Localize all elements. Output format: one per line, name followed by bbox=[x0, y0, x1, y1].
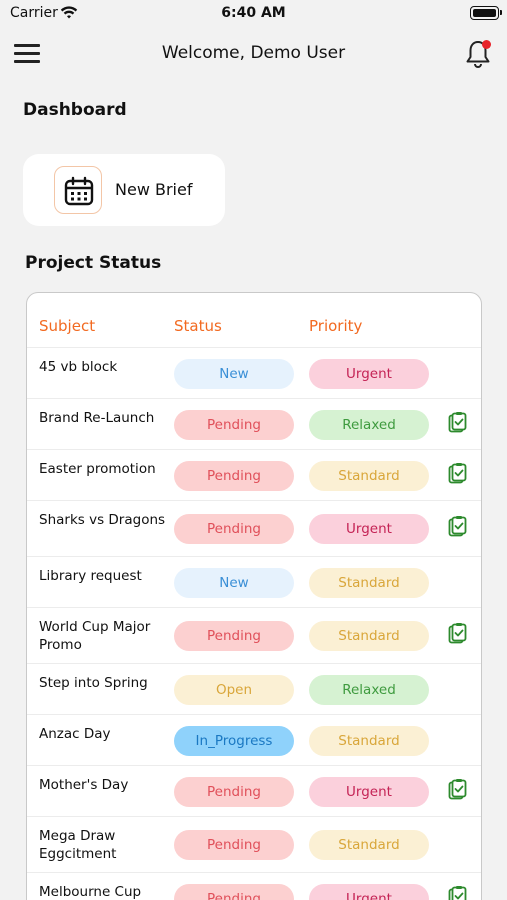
column-header-subject: Subject bbox=[39, 317, 96, 335]
table-row[interactable]: Brand Re-Launch Pending Relaxed bbox=[27, 398, 481, 449]
table-row[interactable]: Step into Spring Open Relaxed bbox=[27, 663, 481, 714]
priority-badge: Urgent bbox=[309, 777, 429, 807]
row-subject: Melbourne Cup bbox=[39, 884, 142, 900]
table-row[interactable]: Anzac Day In_Progress Standard bbox=[27, 714, 481, 765]
table-row[interactable]: Library request New Standard bbox=[27, 556, 481, 607]
row-subject: Sharks vs Dragons bbox=[39, 512, 166, 528]
priority-badge: Standard bbox=[309, 726, 429, 756]
welcome-title: Welcome, Demo User bbox=[161, 43, 346, 63]
row-subject: World Cup Major Promo bbox=[39, 619, 151, 653]
status-badge: New bbox=[174, 359, 294, 389]
calendar-icon bbox=[54, 166, 102, 214]
new-brief-label: New Brief bbox=[115, 180, 193, 199]
table-row[interactable]: Sharks vs Dragons Pending Urgent bbox=[27, 500, 481, 556]
status-badge: Pending bbox=[174, 410, 294, 440]
row-subject: Library request bbox=[39, 568, 142, 584]
table-row[interactable]: Easter promotion Pending Standard bbox=[27, 449, 481, 500]
table-row[interactable]: Mother's Day Pending Urgent bbox=[27, 765, 481, 816]
table-header: Subject Status Priority bbox=[27, 293, 481, 347]
status-badge: Pending bbox=[174, 884, 294, 900]
status-badge: New bbox=[174, 568, 294, 598]
priority-badge: Relaxed bbox=[309, 410, 429, 440]
row-subject: 45 vb block bbox=[39, 359, 118, 375]
row-subject: Mother's Day bbox=[39, 777, 129, 793]
priority-badge: Urgent bbox=[309, 884, 429, 900]
notification-bell-icon[interactable] bbox=[463, 38, 493, 70]
new-brief-button[interactable]: New Brief bbox=[23, 154, 225, 226]
clipboard-check-icon[interactable] bbox=[445, 411, 469, 435]
status-badge: Pending bbox=[174, 777, 294, 807]
table-body: 45 vb block New Urgent Brand Re-Launch Pendi… bbox=[27, 347, 481, 900]
notification-badge bbox=[482, 40, 491, 49]
table-row[interactable]: 45 vb block New Urgent bbox=[27, 347, 481, 398]
row-subject: Mega Draw Eggcitment bbox=[39, 828, 117, 862]
table-row[interactable]: World Cup Major Promo Pending Standard bbox=[27, 607, 481, 663]
column-header-priority: Priority bbox=[309, 317, 363, 335]
project-status-table: Subject Status Priority 45 vb block New Ur… bbox=[26, 292, 482, 900]
clipboard-check-icon[interactable] bbox=[445, 885, 469, 900]
priority-badge: Standard bbox=[309, 568, 429, 598]
status-badge: In_Progress bbox=[174, 726, 294, 756]
clipboard-check-icon[interactable] bbox=[445, 462, 469, 486]
priority-badge: Standard bbox=[309, 830, 429, 860]
priority-badge: Urgent bbox=[309, 359, 429, 389]
table-row[interactable]: Melbourne Cup Pending Urgent bbox=[27, 872, 481, 900]
priority-badge: Urgent bbox=[309, 514, 429, 544]
app-header: Welcome, Demo User bbox=[0, 30, 507, 80]
priority-badge: Relaxed bbox=[309, 675, 429, 705]
row-subject: Easter promotion bbox=[39, 461, 156, 477]
row-subject: Anzac Day bbox=[39, 726, 111, 742]
status-badge: Pending bbox=[174, 461, 294, 491]
battery-icon bbox=[470, 6, 502, 20]
status-badge: Pending bbox=[174, 830, 294, 860]
status-badge: Open bbox=[174, 675, 294, 705]
status-bar: Carrier 6:40 AM bbox=[0, 0, 507, 28]
project-status-heading: Project Status bbox=[25, 253, 162, 273]
status-badge: Pending bbox=[174, 621, 294, 651]
clipboard-check-icon[interactable] bbox=[445, 778, 469, 802]
status-badge: Pending bbox=[174, 514, 294, 544]
row-subject: Step into Spring bbox=[39, 675, 148, 691]
row-subject: Brand Re-Launch bbox=[39, 410, 155, 426]
clipboard-check-icon[interactable] bbox=[445, 622, 469, 646]
priority-badge: Standard bbox=[309, 461, 429, 491]
priority-badge: Standard bbox=[309, 621, 429, 651]
clock-time: 6:40 AM bbox=[221, 5, 286, 21]
clipboard-check-icon[interactable] bbox=[445, 515, 469, 539]
table-row[interactable]: Mega Draw Eggcitment Pending Standard bbox=[27, 816, 481, 872]
column-header-status: Status bbox=[174, 317, 222, 335]
dashboard-heading: Dashboard bbox=[23, 100, 127, 120]
